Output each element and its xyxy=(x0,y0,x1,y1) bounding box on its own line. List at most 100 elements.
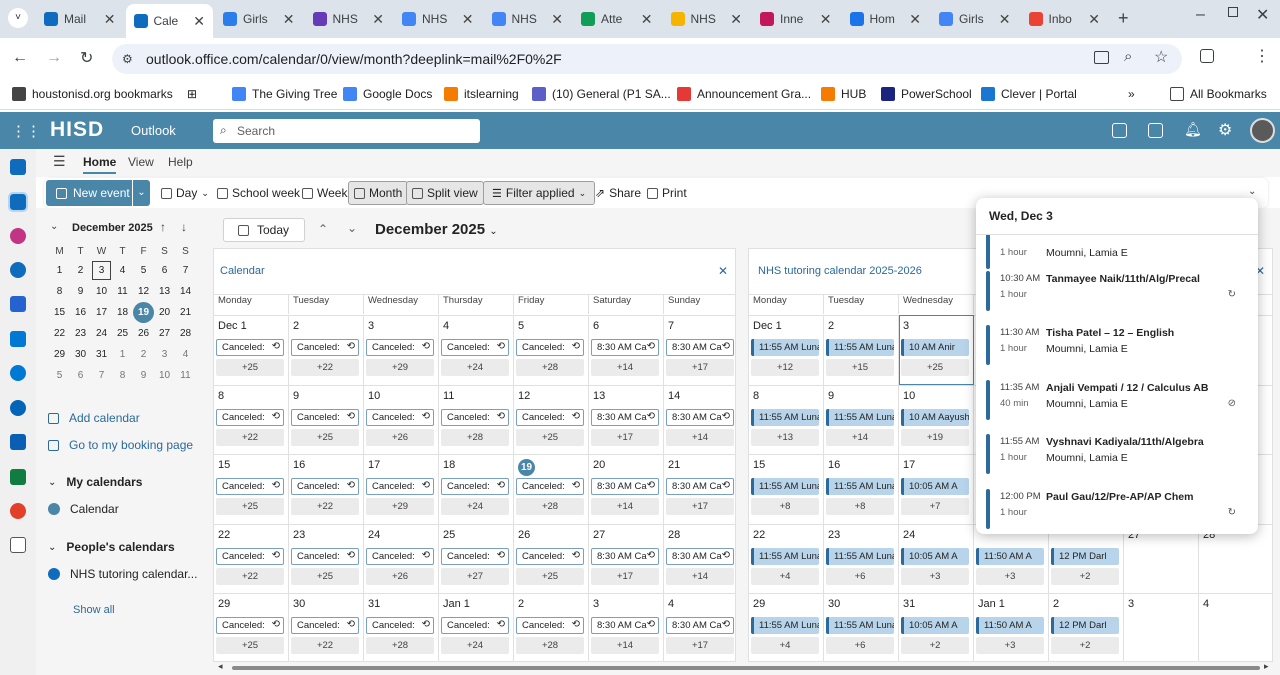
day-cell[interactable]: 9 11:55 AM Luna Kim / 11 / ap h +14 xyxy=(824,384,899,454)
install-app-icon[interactable] xyxy=(1094,51,1109,64)
more-events-button[interactable]: +25 xyxy=(901,359,969,376)
event-chip[interactable]: 11:50 AM A xyxy=(976,617,1044,634)
day-cell[interactable]: 29 11:55 AM Luna Kim / 11 / ap h +4 xyxy=(749,593,824,661)
event-chip[interactable]: Canceled: ⟲ xyxy=(291,339,359,356)
more-events-button[interactable]: +15 xyxy=(826,359,894,376)
more-events-button[interactable]: +17 xyxy=(666,637,734,654)
more-events-button[interactable]: +8 xyxy=(751,498,819,515)
browser-tab[interactable]: Atte ✕ xyxy=(573,7,661,31)
mini-day[interactable]: 7 xyxy=(91,365,112,386)
mini-day[interactable]: 2 xyxy=(70,260,91,281)
feedback-icon[interactable] xyxy=(1148,123,1163,138)
more-apps-icon[interactable] xyxy=(10,537,26,553)
previous-month-icon[interactable]: ⌃ xyxy=(318,222,328,236)
mini-day[interactable]: 1 xyxy=(49,260,70,281)
popup-event[interactable]: 11:30 AM 1 hour Tisha Patel – 12 – English… xyxy=(986,325,1248,369)
next-month-arrow-icon[interactable]: ↓ xyxy=(181,220,187,234)
mini-month-title[interactable]: December 2025 xyxy=(72,222,153,234)
browser-tab[interactable]: Girls ✕ xyxy=(215,7,303,31)
more-events-button[interactable]: +25 xyxy=(291,567,359,585)
more-events-button[interactable]: +24 xyxy=(441,637,509,654)
filter-button[interactable]: ☰ Filter applied ⌄ xyxy=(483,181,596,205)
more-events-button[interactable]: +4 xyxy=(751,567,819,585)
browser-tab[interactable]: NHS ✕ xyxy=(305,7,393,31)
back-icon[interactable]: ← xyxy=(12,49,28,67)
share-button[interactable]: ⇗ Share xyxy=(590,181,646,205)
tab-close-icon[interactable]: ✕ xyxy=(551,11,563,28)
day-cell[interactable]: 31 Canceled: ⟲ +28 xyxy=(364,593,439,661)
more-events-button[interactable]: +22 xyxy=(291,359,359,376)
event-chip[interactable]: Canceled: ⟲ xyxy=(441,547,509,565)
month-title[interactable]: December 2025 ⌄ xyxy=(375,221,498,238)
day-cell[interactable]: Dec 1 Canceled: ⟲ +25 xyxy=(214,315,289,385)
day-cell[interactable]: 7 8:30 AM Ca ⟲ +17 xyxy=(664,315,735,385)
more-events-button[interactable]: +14 xyxy=(666,567,734,585)
new-tab-button[interactable]: + xyxy=(1118,8,1129,29)
more-events-button[interactable]: +28 xyxy=(366,637,434,654)
minimize-icon[interactable]: – xyxy=(1196,6,1205,24)
event-chip[interactable]: 8:30 AM Ca ⟲ xyxy=(666,617,734,634)
event-chip[interactable]: 12 PM Darl xyxy=(1051,547,1119,565)
event-chip[interactable]: 8:30 AM Ca ⟲ xyxy=(666,408,734,426)
site-info-icon[interactable]: ⚙ xyxy=(122,52,133,66)
tab-home[interactable]: Home xyxy=(83,155,117,174)
more-events-button[interactable]: +26 xyxy=(366,567,434,585)
event-chip[interactable]: Canceled: ⟲ xyxy=(516,547,584,565)
mini-day[interactable]: 16 xyxy=(70,302,91,323)
day-cell[interactable]: 28 8:30 AM Ca ⟲ +14 xyxy=(664,523,735,594)
forward-icon[interactable]: → xyxy=(46,49,62,67)
more-events-button[interactable]: +26 xyxy=(366,428,434,446)
event-chip[interactable]: Canceled: ⟲ xyxy=(441,617,509,634)
more-events-button[interactable]: +12 xyxy=(751,359,819,376)
more-events-button[interactable]: +6 xyxy=(826,637,894,654)
day-cell[interactable]: 26 Canceled: ⟲ +25 xyxy=(514,523,589,593)
more-events-button[interactable]: +25 xyxy=(216,359,284,376)
mini-day[interactable]: 4 xyxy=(175,344,196,365)
popup-event[interactable]: 1 hour Moumni, Lamia E xyxy=(986,235,1248,273)
event-chip[interactable]: 10:05 AM A xyxy=(901,617,969,634)
popup-event[interactable]: 12:00 PM 1 hour Paul Gau/12/Pre-AP/AP Chem… xyxy=(986,489,1248,533)
day-cell[interactable]: 4 Canceled: ⟲ +24 xyxy=(439,315,514,385)
mini-day[interactable]: 27 xyxy=(154,323,175,344)
mini-day[interactable]: 15 xyxy=(49,302,70,323)
more-events-button[interactable]: +22 xyxy=(216,567,284,585)
event-chip[interactable]: 11:55 AM Luna Kim / 11 / ap h xyxy=(751,478,819,495)
more-events-button[interactable]: +2 xyxy=(1051,567,1119,585)
event-chip[interactable]: Canceled: ⟲ xyxy=(291,408,359,426)
more-events-button[interactable]: +2 xyxy=(1051,637,1119,654)
day-cell[interactable]: 2 12 PM Darl +2 xyxy=(1049,593,1124,661)
event-chip[interactable]: Canceled: ⟲ xyxy=(441,478,509,495)
mini-day[interactable]: 24 xyxy=(91,323,112,344)
more-events-button[interactable]: +19 xyxy=(901,428,969,446)
mini-day[interactable]: 2 xyxy=(133,344,154,365)
bookmark-item[interactable]: The Giving Tree xyxy=(232,87,337,101)
event-chip[interactable]: Canceled: ⟲ xyxy=(516,617,584,634)
mini-day[interactable]: 1 xyxy=(112,344,133,365)
scroll-right-icon[interactable]: ▸ xyxy=(1264,661,1269,672)
day-cell[interactable]: 3 Canceled: ⟲ +29 xyxy=(364,315,439,385)
mini-day[interactable]: 29 xyxy=(49,344,70,365)
more-events-button[interactable]: +28 xyxy=(516,637,584,654)
outlook-icon[interactable] xyxy=(10,434,26,450)
event-chip[interactable]: 10:05 AM A xyxy=(901,478,969,495)
mini-day[interactable]: 8 xyxy=(49,281,70,302)
bookmark-item[interactable]: Announcement Gra... xyxy=(677,87,811,101)
notifications-bell-icon[interactable]: 🔔︎ xyxy=(1184,121,1202,138)
day-cell[interactable]: 2 Canceled: ⟲ +28 xyxy=(514,593,589,661)
browser-tab[interactable]: NHS ✕ xyxy=(663,7,751,31)
tab-close-icon[interactable]: ✕ xyxy=(641,11,653,28)
calendar-icon[interactable] xyxy=(8,192,28,212)
event-chip[interactable]: Canceled: ⟲ xyxy=(216,408,284,426)
bookmark-item[interactable]: houstonisd.org bookmarks xyxy=(12,87,173,101)
mini-day[interactable]: 5 xyxy=(133,260,154,281)
more-events-button[interactable]: +14 xyxy=(826,428,894,446)
mini-day[interactable]: 6 xyxy=(154,260,175,281)
more-events-button[interactable]: +25 xyxy=(291,428,359,446)
mini-day[interactable]: 18 xyxy=(112,302,133,323)
mini-day[interactable]: 9 xyxy=(70,281,91,302)
day-cell[interactable]: 10 10 AM Aayush +19 xyxy=(899,384,974,454)
day-cell[interactable]: 23 Canceled: ⟲ +25 xyxy=(289,523,364,593)
people-icon[interactable] xyxy=(10,262,26,278)
extensions-icon[interactable] xyxy=(1200,49,1214,63)
day-cell[interactable]: 23 11:55 AM Luna Kim / 11 / ap h +6 xyxy=(824,523,899,593)
